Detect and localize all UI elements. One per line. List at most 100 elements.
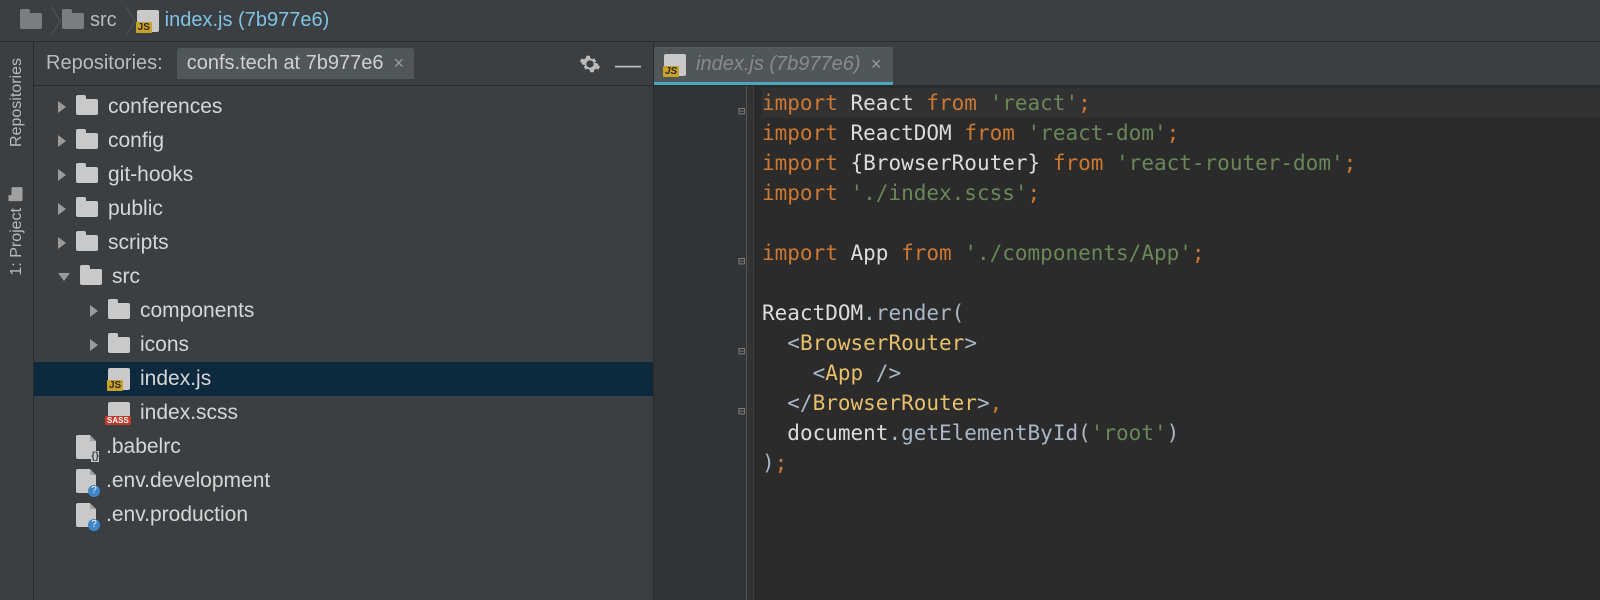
tree-item-label: src [112, 265, 140, 289]
code-token: document [787, 421, 888, 445]
code-token: 'root' [1091, 421, 1167, 445]
tree-item[interactable]: scripts [34, 226, 653, 260]
code-line[interactable]: document.getElementById('root') [762, 418, 1600, 448]
code-token: {BrowserRouter} [851, 151, 1053, 175]
code-line[interactable] [762, 208, 1600, 238]
code-token: ; [1192, 241, 1205, 265]
tool-tab-project[interactable]: 1: Project [6, 183, 28, 282]
code-line[interactable] [762, 268, 1600, 298]
code-token: .render( [863, 301, 964, 325]
tree-item-label: config [108, 129, 164, 153]
code-token: ; [1028, 181, 1041, 205]
gutter-line [746, 86, 747, 600]
editor-tabbar: index.js (7b977e6) × [654, 42, 1600, 86]
code-line[interactable]: import ReactDOM from 'react-dom'; [762, 118, 1600, 148]
code-token: ; [775, 451, 788, 475]
code-token: from [964, 121, 1027, 145]
close-icon[interactable]: × [394, 53, 405, 74]
tree-item[interactable]: index.scss [34, 396, 653, 430]
scss-file-icon [108, 402, 130, 424]
tool-tab-repositories[interactable]: Repositories [6, 52, 28, 153]
close-icon[interactable]: × [871, 54, 882, 75]
code-token: import [762, 181, 851, 205]
breadcrumb-root[interactable] [10, 0, 52, 41]
tree-item[interactable]: components [34, 294, 653, 328]
editor-tab[interactable]: index.js (7b977e6) × [654, 47, 893, 85]
chevron-right-icon[interactable] [90, 339, 98, 351]
panel-header: Repositories: confs.tech at 7b977e6 × — [34, 42, 653, 86]
code-token: /> [876, 361, 901, 385]
code-token [762, 421, 787, 445]
code-line[interactable]: ReactDOM.render( [762, 298, 1600, 328]
chevron-right-icon[interactable] [90, 305, 98, 317]
code-area[interactable]: import React from 'react';import ReactDO… [754, 86, 1600, 600]
chevron-right-icon[interactable] [58, 101, 66, 113]
code-line[interactable]: </BrowserRouter>, [762, 388, 1600, 418]
code-line[interactable]: import React from 'react'; [762, 88, 1600, 118]
folder-icon [108, 337, 130, 353]
tree-item-label: .env.development [106, 469, 270, 493]
folder-icon [76, 133, 98, 149]
code-token: BrowserRouter [800, 331, 964, 355]
code-line[interactable]: import {BrowserRouter} from 'react-route… [762, 148, 1600, 178]
code-line[interactable]: <BrowserRouter> [762, 328, 1600, 358]
fold-icon[interactable]: ⊟ [738, 396, 745, 426]
folder-icon [80, 269, 102, 285]
chevron-down-icon[interactable] [58, 273, 70, 281]
code-token: from [926, 91, 989, 115]
repo-tab[interactable]: confs.tech at 7b977e6 × [177, 48, 414, 79]
fold-icon[interactable]: ⊟ [738, 336, 745, 366]
folder-icon [76, 99, 98, 115]
tree-item[interactable]: .env.development [34, 464, 653, 498]
fold-icon[interactable]: ⊟ [738, 96, 745, 126]
editor-gutter[interactable]: ⊟ ⊟ ⊟ ⊟ [654, 86, 754, 600]
code-token: 'react' [990, 91, 1079, 115]
project-tree[interactable]: conferences config git-hooks public scripts s… [34, 86, 653, 600]
js-file-icon [137, 10, 159, 32]
chevron-right-icon[interactable] [58, 135, 66, 147]
breadcrumb-item-file[interactable]: index.js (7b977e6) [127, 0, 340, 41]
tree-item[interactable]: src [34, 260, 653, 294]
code-line[interactable]: <App /> [762, 358, 1600, 388]
tree-item-label: public [108, 197, 163, 221]
chevron-right-icon[interactable] [58, 203, 66, 215]
code-token: > [964, 331, 977, 355]
code-token: import [762, 151, 851, 175]
chevron-right-icon[interactable] [58, 169, 66, 181]
tree-item-label: .babelrc [106, 435, 181, 459]
folder-icon [62, 13, 84, 29]
tree-item[interactable]: public [34, 192, 653, 226]
tree-item-label: index.scss [140, 401, 238, 425]
code-line[interactable]: import './index.scss'; [762, 178, 1600, 208]
tree-item[interactable]: conferences [34, 90, 653, 124]
fold-icon[interactable]: ⊟ [738, 246, 745, 276]
code-token: > [977, 391, 990, 415]
code-token: './components/App' [964, 241, 1192, 265]
editor-body[interactable]: ⊟⊟⊟⊟ import React from 'react';import Re… [654, 86, 1600, 600]
tool-tab-label: 1: Project [8, 208, 26, 276]
code-token: './index.scss' [851, 181, 1028, 205]
tree-item[interactable]: config [34, 124, 653, 158]
tree-item-label: index.js [140, 367, 211, 391]
code-token: ) [1167, 421, 1180, 445]
code-token: ) [762, 451, 775, 475]
code-token: .getElementById( [888, 421, 1090, 445]
code-token: React [851, 91, 927, 115]
breadcrumb: src index.js (7b977e6) [0, 0, 1600, 42]
gear-icon[interactable] [579, 53, 601, 75]
code-token: from [901, 241, 964, 265]
tree-item-label: .env.production [106, 503, 248, 527]
minimize-icon[interactable]: — [617, 53, 639, 75]
breadcrumb-item-src[interactable]: src [52, 0, 127, 41]
tree-item-label: scripts [108, 231, 169, 255]
tree-item[interactable]: .babelrc [34, 430, 653, 464]
chevron-right-icon[interactable] [58, 237, 66, 249]
tree-item[interactable]: .env.production [34, 498, 653, 532]
tree-item[interactable]: index.js [34, 362, 653, 396]
tree-item[interactable]: git-hooks [34, 158, 653, 192]
tree-item[interactable]: icons [34, 328, 653, 362]
env-file-icon [76, 469, 96, 493]
code-line[interactable]: import App from './components/App'; [762, 238, 1600, 268]
code-line[interactable]: ); [762, 448, 1600, 478]
repositories-panel: Repositories: confs.tech at 7b977e6 × — … [34, 42, 654, 600]
